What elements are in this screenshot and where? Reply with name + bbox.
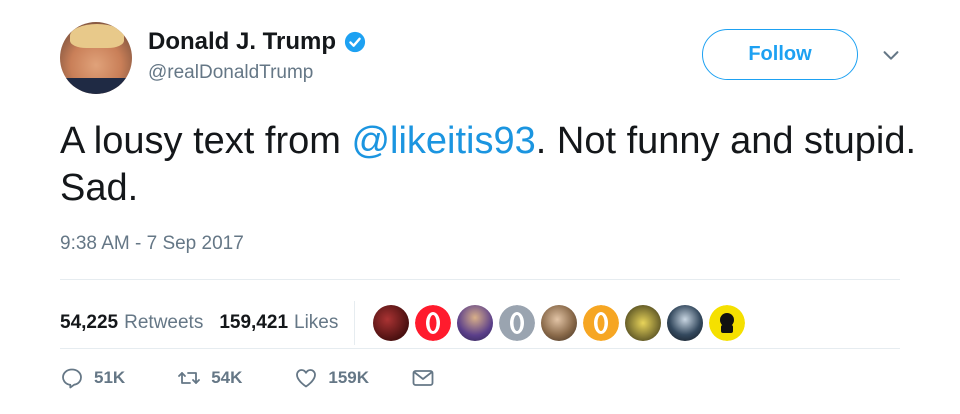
envelope-icon xyxy=(412,370,434,386)
liker-avatar-1[interactable] xyxy=(373,305,410,341)
follow-button[interactable]: Follow xyxy=(702,29,858,80)
reply-count: 51K xyxy=(94,368,126,387)
retweets-count[interactable]: 54,225 xyxy=(60,312,118,334)
tweet-actions: 51K 54K 159K xyxy=(60,366,435,390)
retweets-label[interactable]: Retweets xyxy=(124,312,203,334)
avatar-hair xyxy=(70,24,124,48)
liker-avatar-3[interactable] xyxy=(457,305,494,341)
like-action[interactable]: 159K xyxy=(294,366,369,390)
like-count: 159K xyxy=(328,368,370,387)
message-action[interactable] xyxy=(411,366,435,390)
retweet-action[interactable]: 54K xyxy=(177,366,242,390)
retweet-icon xyxy=(178,372,201,384)
tweet-stats: 54,225 Retweets 159,421 Likes xyxy=(60,301,746,345)
liker-avatar-7[interactable] xyxy=(625,305,662,341)
avatar-suit xyxy=(60,78,132,94)
likers-avatars xyxy=(373,305,746,341)
author-display-name[interactable]: Donald J. Trump xyxy=(148,28,336,56)
liker-avatar-8[interactable] xyxy=(667,305,704,341)
liker-avatar-9[interactable] xyxy=(709,305,746,341)
tweet-text-before: A lousy text from xyxy=(60,120,352,162)
author-avatar[interactable] xyxy=(60,22,132,94)
chevron-down-icon[interactable] xyxy=(880,44,902,66)
tweet-timestamp[interactable]: 9:38 AM - 7 Sep 2017 xyxy=(60,233,244,255)
stats-separator xyxy=(354,301,356,345)
opera-icon[interactable] xyxy=(499,305,536,341)
opera-icon[interactable] xyxy=(583,305,620,341)
author-handle[interactable]: @realDonaldTrump xyxy=(148,62,313,84)
tweet-text: A lousy text from @likeitis93. Not funny… xyxy=(60,118,920,212)
divider-top xyxy=(60,279,900,280)
verified-badge-icon xyxy=(344,31,366,53)
mention-link[interactable]: @likeitis93 xyxy=(351,120,535,162)
retweet-count: 54K xyxy=(211,368,243,387)
likes-label[interactable]: Likes xyxy=(294,312,338,334)
reply-icon xyxy=(62,368,82,389)
author-name-row: Donald J. Trump xyxy=(148,28,366,56)
heart-icon xyxy=(296,369,317,388)
reply-action[interactable]: 51K xyxy=(60,366,125,390)
divider-bottom xyxy=(60,348,900,349)
opera-icon[interactable] xyxy=(415,305,452,341)
likes-count[interactable]: 159,421 xyxy=(219,312,288,334)
liker-avatar-5[interactable] xyxy=(541,305,578,341)
